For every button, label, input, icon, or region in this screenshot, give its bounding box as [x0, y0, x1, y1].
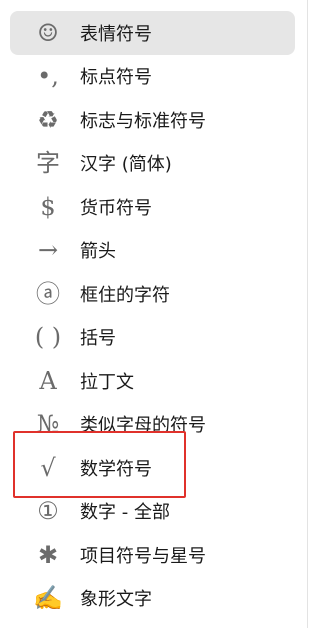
category-label: 括号	[80, 328, 116, 350]
category-label: 项目符号与星号	[80, 545, 206, 567]
category-label: 箭头	[80, 241, 116, 263]
asterisk-icon: ✱	[37, 540, 59, 569]
category-list: ☺ 表情符号 •, 标点符号 ♻ 标志与标准符号 字 汉字 (简体) $ 货币符…	[10, 11, 295, 620]
category-item-brackets[interactable]: ( ) 括号	[10, 316, 295, 360]
recycle-icon: ♻	[37, 105, 59, 134]
arrow-right-icon: →	[37, 236, 59, 265]
smiley-icon: ☺	[37, 18, 59, 47]
category-item-currency[interactable]: $ 货币符号	[10, 185, 295, 229]
square-root-icon: √	[40, 453, 56, 482]
category-label: 表情符号	[80, 23, 152, 45]
category-item-arrows[interactable]: → 箭头	[10, 229, 295, 273]
category-label: 数学符号	[80, 458, 152, 480]
category-item-digits-all[interactable]: ① 数字 - 全部	[10, 490, 295, 534]
category-label: 框住的字符	[80, 284, 170, 306]
category-item-math[interactable]: √ 数学符号	[10, 446, 295, 490]
category-label: 汉字 (简体)	[80, 154, 172, 176]
pictograph-icon: ✍	[33, 584, 63, 613]
parentheses-icon: ( )	[34, 323, 62, 352]
category-label: 数字 - 全部	[80, 502, 170, 524]
punctuation-icon: •,	[37, 62, 59, 91]
category-item-punctuation[interactable]: •, 标点符号	[10, 55, 295, 99]
category-label: 货币符号	[80, 197, 152, 219]
category-item-emoji[interactable]: ☺ 表情符号	[10, 11, 295, 55]
category-label: 标志与标准符号	[80, 110, 206, 132]
category-item-enclosed[interactable]: ⓐ 框住的字符	[10, 272, 295, 316]
category-label: 类似字母的符号	[80, 415, 206, 437]
category-item-symbols-standards[interactable]: ♻ 标志与标准符号	[10, 98, 295, 142]
dollar-icon: $	[40, 192, 56, 221]
category-label: 象形文字	[80, 589, 152, 611]
category-item-bullets-stars[interactable]: ✱ 项目符号与星号	[10, 533, 295, 577]
character-category-sidebar: ☺ 表情符号 •, 标点符号 ♻ 标志与标准符号 字 汉字 (简体) $ 货币符…	[0, 0, 314, 628]
sidebar-divider	[307, 0, 308, 628]
circled-one-icon: ①	[37, 497, 59, 526]
circled-a-icon: ⓐ	[36, 279, 60, 308]
category-label: 标点符号	[80, 67, 152, 89]
category-label: 拉丁文	[80, 371, 134, 393]
latin-a-icon: A	[39, 366, 57, 395]
category-item-pictographs[interactable]: ✍ 象形文字	[10, 577, 295, 621]
category-item-letterlike[interactable]: № 类似字母的符号	[10, 403, 295, 447]
hanzi-icon: 字	[36, 149, 60, 178]
category-item-hanzi[interactable]: 字 汉字 (简体)	[10, 142, 295, 186]
category-item-latin[interactable]: A 拉丁文	[10, 359, 295, 403]
numero-icon: №	[36, 410, 60, 439]
